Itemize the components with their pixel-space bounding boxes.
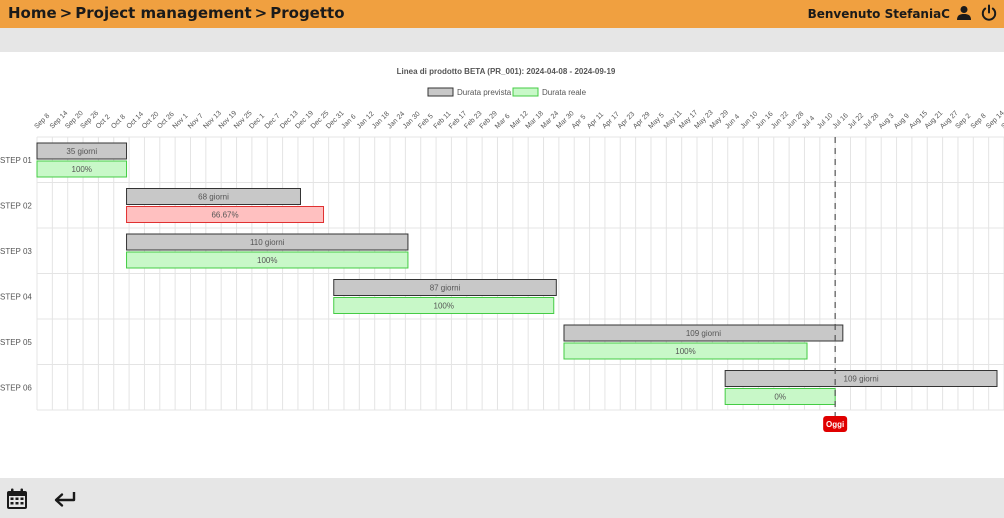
row-label-step-2: STEP 02 [0, 202, 32, 211]
planned-bar-label: 68 giorni [198, 193, 229, 202]
legend-label-1: Durata prevista [457, 88, 512, 97]
planned-bar-label: 87 giorni [430, 284, 461, 293]
planned-bar-label: 110 giorni [250, 238, 285, 247]
planned-bar-label: 35 giorni [66, 147, 97, 156]
planned-bar-label: 109 giorni [686, 329, 721, 338]
breadcrumb-progetto: Progetto [270, 4, 345, 22]
welcome-text: Benvenuto StefaniaC [807, 7, 950, 21]
bottom-bar [0, 478, 1004, 518]
gantt-chart: Linea di prodotto BETA (PR_001): 2024-04… [0, 67, 1004, 432]
actual-bar-label: 100% [675, 347, 695, 356]
x-tick-label: Jul 10 [816, 112, 834, 130]
user-icon[interactable] [956, 5, 972, 21]
today-label: Oggi [826, 420, 844, 429]
chart-title: Linea di prodotto BETA (PR_001): 2024-04… [397, 67, 616, 76]
x-tick-label: Jul 22 [847, 112, 865, 130]
row-label-step-3: STEP 03 [0, 247, 32, 256]
x-tick-label: Aug 9 [893, 112, 911, 130]
return-arrow-icon[interactable] [53, 490, 77, 508]
x-tick-label: Jul 16 [832, 112, 850, 130]
x-tick-label: Aug 3 [878, 112, 896, 130]
breadcrumb: Home > Project management > Progetto [8, 4, 345, 22]
x-tick-label: Dec 7 [264, 112, 282, 130]
legend-swatch-2 [512, 87, 539, 97]
row-label-step-4: STEP 04 [0, 293, 32, 302]
x-tick-label: Sep 8 [33, 112, 51, 130]
row-label-step-1: STEP 01 [0, 156, 32, 165]
power-icon[interactable] [980, 4, 998, 22]
row-label-step-5: STEP 05 [0, 338, 32, 347]
actual-bar-label: 100% [434, 302, 454, 311]
actual-bar-label: 0% [774, 393, 786, 402]
actual-bar-label: 66.67% [211, 211, 238, 220]
breadcrumb-separator: > [254, 4, 268, 22]
breadcrumb-project-management[interactable]: Project management [75, 4, 251, 22]
toolbar-strip [0, 28, 1004, 52]
x-tick-label: Sep 8 [970, 112, 988, 130]
x-tick-label: Oct 8 [110, 114, 127, 131]
x-tick-label: Jul 28 [862, 112, 880, 130]
actual-bar-label: 100% [72, 165, 92, 174]
calendar-icon[interactable] [6, 488, 28, 510]
x-tick-label: Nov 7 [187, 112, 205, 130]
legend-label-2: Durata reale [542, 88, 587, 97]
legend-swatch-1 [427, 87, 454, 97]
row-label-step-6: STEP 06 [0, 384, 32, 393]
planned-bar-label: 109 giorni [844, 375, 879, 384]
breadcrumb-separator: > [59, 4, 73, 22]
top-bar: Home > Project management > Progetto Benvenu… [0, 0, 1004, 28]
breadcrumb-home[interactable]: Home [8, 4, 57, 22]
actual-bar-label: 100% [257, 256, 277, 265]
